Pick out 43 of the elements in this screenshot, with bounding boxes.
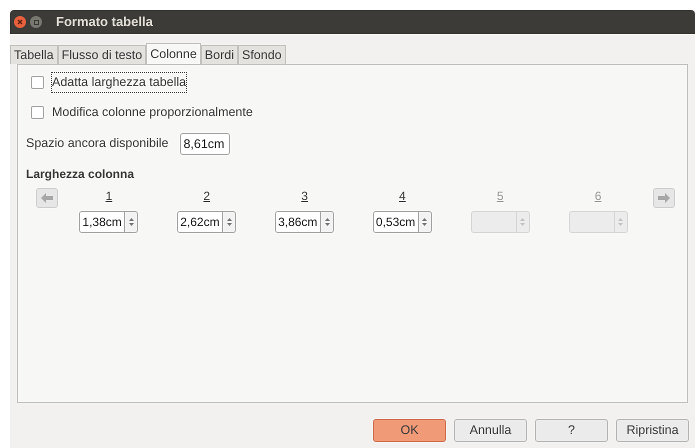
dialog-button[interactable]: OK: [373, 419, 446, 442]
column-number: 6: [594, 188, 602, 204]
close-icon[interactable]: [14, 16, 26, 28]
checkbox[interactable]: [31, 106, 44, 119]
checkbox-label: Modifica colonne proporzionalmente: [52, 104, 253, 121]
dialog-button[interactable]: Ripristina: [616, 419, 689, 442]
up-down-icon: [324, 216, 330, 226]
spin-button[interactable]: [321, 210, 334, 232]
dialog-button[interactable]: Annulla: [454, 419, 527, 442]
column-width-field[interactable]: 1,38cm: [79, 210, 126, 232]
up-down-icon: [422, 216, 428, 226]
maximize-icon[interactable]: [30, 16, 42, 28]
remaining-space-field[interactable]: 8,61cm: [180, 132, 230, 154]
left-arrow-icon: [41, 192, 53, 202]
tab[interactable]: Sfondo: [238, 45, 286, 64]
section-title: Larghezza colonna: [26, 166, 136, 182]
column-width-field[interactable]: 0,53cm: [372, 210, 419, 232]
up-down-icon: [226, 216, 232, 226]
column-number: 1: [106, 188, 112, 204]
column-number: 2: [203, 188, 210, 204]
tab[interactable]: Flusso di testo: [58, 45, 146, 64]
checkbox[interactable]: [31, 76, 44, 89]
window-title: Formato tabella: [56, 13, 153, 32]
column-width-field[interactable]: 2,62cm: [177, 210, 224, 232]
column-number: 3: [301, 188, 308, 204]
right-arrow-icon: [658, 192, 670, 202]
field-label: Spazio ancora disponibile: [26, 135, 168, 152]
scroll-left-button[interactable]: [36, 188, 58, 208]
column-number: 5: [496, 188, 504, 204]
up-down-icon: [618, 216, 624, 226]
column-number: 4: [399, 188, 406, 204]
tab[interactable]: Tabella: [10, 45, 58, 64]
up-down-icon: [128, 216, 134, 226]
checkbox-label: Adatta larghezza tabella: [52, 73, 186, 92]
up-down-icon: [520, 216, 526, 226]
tab[interactable]: Colonne: [146, 43, 201, 64]
spin-button[interactable]: [125, 210, 138, 232]
scroll-right-button[interactable]: [653, 188, 675, 208]
spin-button[interactable]: [223, 210, 236, 232]
tab[interactable]: Bordi: [200, 45, 238, 64]
dialog-button[interactable]: ?: [535, 419, 608, 442]
spin-button[interactable]: [418, 210, 432, 232]
column-width-field[interactable]: 3,86cm: [275, 210, 322, 232]
